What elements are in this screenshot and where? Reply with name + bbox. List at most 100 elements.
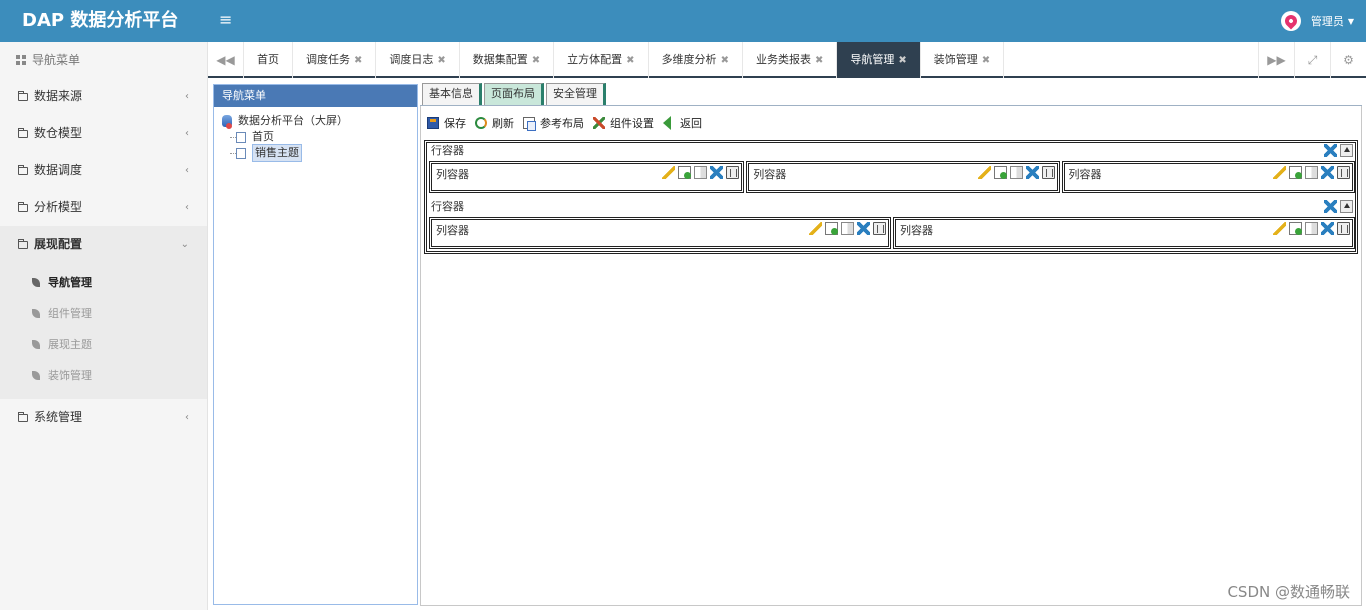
sidebar-item-analysis-model[interactable]: 分析模型 ‹ <box>0 189 207 226</box>
sidebar-item-display-config[interactable]: 展现配置 ⌄ <box>0 226 207 263</box>
delete-icon[interactable] <box>1041 166 1055 179</box>
tab-multidim-analysis[interactable]: 多维度分析 ✖ <box>649 42 743 78</box>
close-icon[interactable]: ✖ <box>898 55 906 66</box>
page-icon <box>236 131 246 143</box>
split-icon[interactable] <box>841 222 854 235</box>
save-button[interactable]: 保存 <box>427 115 466 131</box>
sidebar-title-label: 导航菜单 <box>32 53 81 67</box>
sidebar-subitem-label: 导航管理 <box>48 276 92 289</box>
user-name[interactable]: 管理员 <box>1311 13 1344 29</box>
sidebar-subitem-display-theme[interactable]: 展现主题 <box>0 329 207 360</box>
move-icon[interactable] <box>1324 200 1337 213</box>
sidebar-subitem-decoration-management[interactable]: 装饰管理 <box>0 360 207 391</box>
move-icon[interactable] <box>857 222 870 235</box>
add-icon[interactable] <box>993 166 1007 179</box>
tab-scheduling-tasks[interactable]: 调度任务 ✖ <box>293 42 377 78</box>
avatar[interactable] <box>1280 11 1301 31</box>
gear-icon[interactable]: ⚙ <box>1330 42 1366 78</box>
close-icon[interactable]: ✖ <box>437 55 445 66</box>
split-icon[interactable] <box>1305 222 1318 235</box>
move-up-icon[interactable] <box>1340 200 1353 213</box>
move-up-icon[interactable] <box>1340 144 1353 157</box>
user-menu[interactable]: 管理员 ▼ <box>1280 10 1354 32</box>
edit-icon[interactable] <box>1273 166 1286 179</box>
add-icon[interactable] <box>825 222 838 235</box>
tab-decoration-management[interactable]: 装饰管理 ✖ <box>921 42 1005 78</box>
delete-icon[interactable] <box>1337 166 1350 179</box>
move-icon[interactable] <box>1321 222 1334 235</box>
delete-icon[interactable] <box>726 166 740 179</box>
add-icon[interactable] <box>678 166 692 179</box>
column-container[interactable]: 列容器 <box>429 161 745 193</box>
scroll-right-icon[interactable]: ▶▶ <box>1258 42 1294 78</box>
delete-icon[interactable] <box>873 222 886 235</box>
nav-tree: 数据分析平台（大屏） 首页 销售主题 <box>214 107 417 162</box>
column-container[interactable]: 列容器 <box>1061 161 1355 193</box>
tree-node-root[interactable]: 数据分析平台（大屏） <box>222 113 417 129</box>
column-container[interactable]: 列容器 <box>429 217 891 249</box>
close-icon[interactable]: ✖ <box>532 55 540 66</box>
tab-dataset-config[interactable]: 数据集配置 ✖ <box>460 42 555 78</box>
edit-icon[interactable] <box>977 166 991 179</box>
fullscreen-icon[interactable]: ⤢ <box>1294 42 1330 78</box>
add-icon[interactable] <box>1289 166 1302 179</box>
chevron-left-icon: ‹ <box>185 165 189 176</box>
row-container-2[interactable]: 行容器 <box>427 199 1355 215</box>
sidebar-subitem-component-management[interactable]: 组件管理 <box>0 298 207 329</box>
back-button[interactable]: 返回 <box>663 115 702 131</box>
edit-icon[interactable] <box>662 166 676 179</box>
column-container[interactable]: 列容器 <box>746 161 1060 193</box>
tools-icon <box>593 117 605 129</box>
tab-basic-info[interactable]: 基本信息 <box>422 83 482 105</box>
close-icon[interactable]: ✖ <box>982 55 990 66</box>
leaf-icon <box>32 278 40 287</box>
close-icon[interactable]: ✖ <box>354 55 362 66</box>
tree-node-sales-theme[interactable]: 销售主题 <box>230 144 417 162</box>
refresh-button[interactable]: 刷新 <box>475 115 514 131</box>
move-icon[interactable] <box>1321 166 1334 179</box>
row-container-1[interactable]: 行容器 <box>427 143 1355 159</box>
grid-icon <box>16 55 26 65</box>
location-pin-icon <box>1282 12 1300 30</box>
move-icon[interactable] <box>710 166 724 179</box>
sidebar-subitem-nav-management[interactable]: 导航管理 <box>0 267 207 298</box>
scroll-left-icon[interactable]: ◀◀ <box>208 42 244 78</box>
tab-page-layout[interactable]: 页面布局 <box>484 83 544 105</box>
tab-security[interactable]: 安全管理 <box>546 83 606 105</box>
reference-layout-label: 参考布局 <box>540 117 584 130</box>
split-icon[interactable] <box>694 166 708 179</box>
sidebar-item-data-scheduling[interactable]: 数据调度 ‹ <box>0 152 207 189</box>
sidebar-item-data-source[interactable]: 数据来源 ‹ <box>0 78 207 115</box>
column-tools <box>1270 222 1350 235</box>
close-icon[interactable]: ✖ <box>721 55 729 66</box>
menu-toggle-icon[interactable]: ≡ <box>219 11 232 29</box>
folder-icon <box>18 239 28 249</box>
component-settings-button[interactable]: 组件设置 <box>593 115 654 131</box>
folder-icon <box>18 412 28 422</box>
layout-editor: 基本信息 页面布局 安全管理 保存 刷新 参考布局 组件设置 返回 行容器 列容… <box>420 82 1362 606</box>
tab-cube-config[interactable]: 立方体配置 ✖ <box>554 42 649 78</box>
move-icon[interactable] <box>1324 144 1337 157</box>
page-layout-panel: 保存 刷新 参考布局 组件设置 返回 行容器 列容器 列容器 列容器 行容器 列… <box>420 106 1362 606</box>
tab-business-reports[interactable]: 业务类报表 ✖ <box>743 42 838 78</box>
split-icon[interactable] <box>1305 166 1318 179</box>
close-icon[interactable]: ✖ <box>626 55 634 66</box>
sidebar-item-warehouse-model[interactable]: 数仓模型 ‹ <box>0 115 207 152</box>
leaf-icon <box>32 371 40 380</box>
sidebar-item-system-management[interactable]: 系统管理 ‹ <box>0 399 207 436</box>
tab-nav-management[interactable]: 导航管理 ✖ <box>837 42 921 78</box>
edit-icon[interactable] <box>809 222 822 235</box>
add-icon[interactable] <box>1289 222 1302 235</box>
split-icon[interactable] <box>1009 166 1023 179</box>
delete-icon[interactable] <box>1337 222 1350 235</box>
chevron-left-icon: ‹ <box>185 91 189 102</box>
move-icon[interactable] <box>1025 166 1039 179</box>
close-icon[interactable]: ✖ <box>815 55 823 66</box>
tab-scheduling-log[interactable]: 调度日志 ✖ <box>376 42 460 78</box>
tree-node-home[interactable]: 首页 <box>230 129 417 145</box>
column-container[interactable]: 列容器 <box>893 217 1355 249</box>
caret-down-icon[interactable]: ▼ <box>1348 17 1354 26</box>
reference-layout-button[interactable]: 参考布局 <box>523 115 584 131</box>
tab-home[interactable]: 首页 <box>244 42 293 78</box>
edit-icon[interactable] <box>1273 222 1286 235</box>
